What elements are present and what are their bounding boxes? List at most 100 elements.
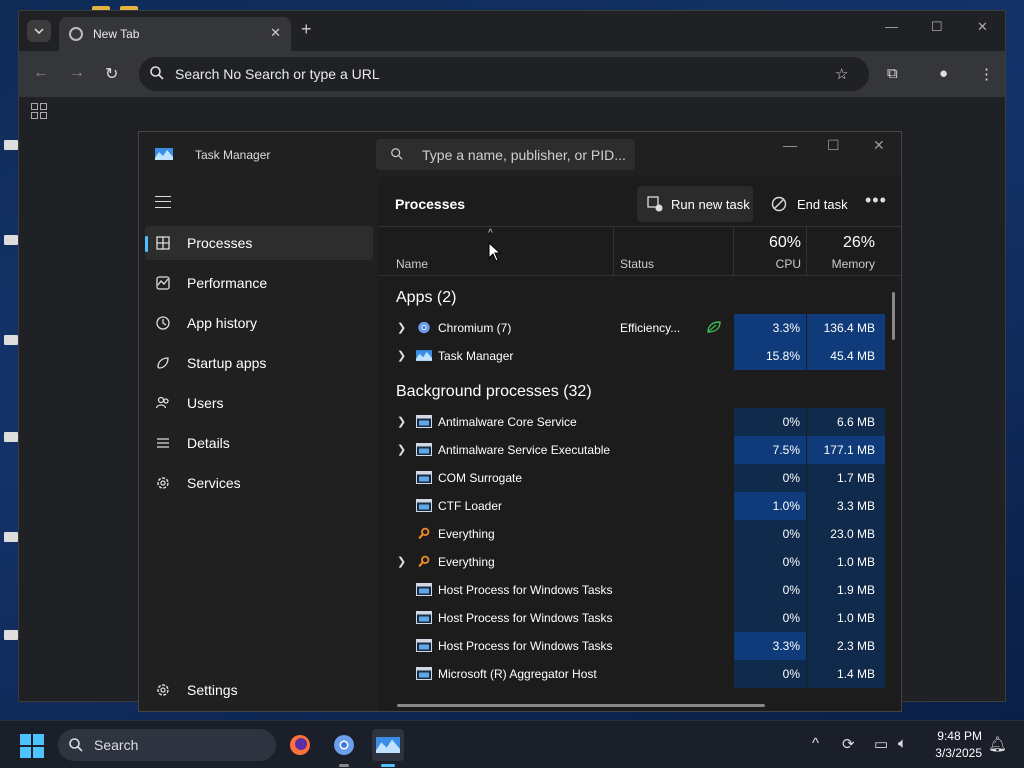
show-hidden-icons-chevron-icon[interactable]: ^ bbox=[812, 735, 819, 752]
column-cpu[interactable]: CPU bbox=[735, 257, 801, 271]
column-divider bbox=[733, 226, 734, 276]
process-cpu: 0% bbox=[734, 408, 806, 436]
notification-bell-icon[interactable]: 🔔︎ bbox=[988, 735, 1007, 753]
process-memory: 1.7 MB bbox=[807, 464, 885, 492]
expand-chevron-icon[interactable]: ❯ bbox=[397, 321, 406, 334]
close-button[interactable]: ✕ bbox=[977, 19, 988, 35]
expand-chevron-icon[interactable]: ❯ bbox=[397, 415, 406, 428]
taskbar-chromium[interactable] bbox=[328, 729, 360, 767]
process-search-input[interactable]: Type a name, publisher, or PID... bbox=[376, 139, 635, 170]
expand-chevron-icon[interactable]: ❯ bbox=[397, 349, 406, 362]
process-name: Host Process for Windows Tasks bbox=[438, 611, 613, 625]
process-row[interactable]: CTF Loader 1.0% 3.3 MB bbox=[379, 492, 885, 520]
process-row[interactable]: Microsoft (R) Aggregator Host 0% 1.4 MB bbox=[379, 660, 885, 688]
tab-search-button[interactable] bbox=[27, 20, 51, 42]
process-row[interactable]: Host Process for Windows Tasks 0% 1.0 MB bbox=[379, 604, 885, 632]
sidebar-item-app-history[interactable]: App history bbox=[145, 306, 373, 340]
forward-button[interactable]: → bbox=[69, 64, 85, 82]
expand-chevron-icon[interactable]: ❯ bbox=[397, 443, 406, 456]
everything-icon bbox=[418, 527, 430, 540]
window-icon bbox=[416, 443, 432, 456]
reload-button[interactable]: ↻ bbox=[105, 64, 118, 84]
desktop-shortcut-icon[interactable] bbox=[4, 335, 18, 345]
column-divider bbox=[806, 226, 807, 276]
process-row[interactable]: ❯ Chromium (7) Efficiency... 3.3% 136.4 MB bbox=[379, 314, 885, 342]
process-row[interactable]: ❯ Antimalware Service Executable 7.5% 177.1… bbox=[379, 436, 885, 464]
process-memory: 1.0 MB bbox=[807, 604, 885, 632]
apps-grid-icon[interactable] bbox=[31, 103, 47, 119]
sidebar-item-label: Users bbox=[187, 395, 224, 411]
address-bar[interactable]: Search No Search or type a URL bbox=[139, 57, 869, 91]
column-memory[interactable]: Memory bbox=[809, 257, 875, 271]
process-memory: 177.1 MB bbox=[807, 436, 885, 464]
column-name[interactable]: Name bbox=[396, 257, 428, 271]
profile-icon[interactable]: ● bbox=[939, 65, 948, 82]
process-row[interactable]: ❯ Antimalware Core Service 0% 6.6 MB bbox=[379, 408, 885, 436]
minimize-button[interactable]: — bbox=[783, 137, 797, 153]
volume-icon[interactable]: 🔈︎ bbox=[898, 735, 907, 752]
process-row[interactable]: Host Process for Windows Tasks 3.3% 2.3 MB bbox=[379, 632, 885, 660]
back-button[interactable]: ← bbox=[33, 64, 49, 82]
desktop-shortcut-icon[interactable] bbox=[4, 235, 18, 245]
chromium-icon bbox=[418, 321, 430, 334]
browser-toolbar: ← → ↻ Search No Search or type a URL ☆ ⧉… bbox=[19, 51, 1005, 97]
process-row[interactable]: ❯ Task Manager 15.8% 45.4 MB bbox=[379, 342, 885, 370]
process-row[interactable]: Everything 0% 23.0 MB bbox=[379, 520, 885, 548]
sidebar-item-startup-apps[interactable]: Startup apps bbox=[145, 346, 373, 380]
system-clock[interactable]: 9:48 PM 3/3/2025 bbox=[926, 728, 982, 762]
network-icon[interactable]: ▭ bbox=[874, 735, 888, 753]
horizontal-scrollbar[interactable] bbox=[397, 704, 765, 707]
process-name: Antimalware Service Executable bbox=[438, 443, 611, 457]
desktop-shortcut-icon[interactable] bbox=[4, 630, 18, 640]
sidebar-item-processes[interactable]: Processes bbox=[145, 226, 373, 260]
process-cpu: 0% bbox=[734, 660, 806, 688]
bookmark-star-icon[interactable]: ☆ bbox=[835, 65, 848, 83]
sidebar-item-details[interactable]: Details bbox=[145, 426, 373, 460]
mouse-cursor-icon bbox=[488, 242, 502, 262]
close-button[interactable]: ✕ bbox=[873, 137, 885, 154]
process-row[interactable]: ❯ Everything 0% 1.0 MB bbox=[379, 548, 885, 576]
vertical-scrollbar[interactable] bbox=[892, 292, 895, 340]
window-icon bbox=[416, 471, 432, 484]
close-tab-icon[interactable]: ✕ bbox=[270, 25, 281, 41]
maximize-button[interactable]: ☐ bbox=[827, 137, 840, 154]
end-task-button[interactable]: End task bbox=[765, 186, 849, 222]
process-cpu: 0% bbox=[734, 520, 806, 548]
expand-chevron-icon[interactable]: ❯ bbox=[397, 555, 406, 568]
processes-icon bbox=[156, 236, 170, 250]
menu-icon[interactable]: ⋮ bbox=[979, 65, 994, 83]
desktop-shortcut-icon[interactable] bbox=[4, 532, 18, 542]
taskbar-task-manager[interactable] bbox=[372, 729, 404, 767]
sidebar-item-settings[interactable]: Settings bbox=[145, 673, 373, 707]
column-divider bbox=[613, 226, 614, 276]
minimize-button[interactable]: — bbox=[885, 19, 898, 34]
process-row[interactable]: Host Process for Windows Tasks 0% 1.9 MB bbox=[379, 576, 885, 604]
sidebar-item-users[interactable]: Users bbox=[145, 386, 373, 420]
new-tab-button[interactable]: + bbox=[301, 19, 312, 40]
hamburger-menu-icon[interactable] bbox=[155, 196, 171, 208]
process-name: Everything bbox=[438, 527, 495, 541]
taskbar-firefox[interactable] bbox=[284, 729, 316, 761]
header-divider bbox=[379, 226, 901, 227]
run-new-task-button[interactable]: Run new task bbox=[637, 186, 753, 222]
taskbar-search[interactable]: Search bbox=[58, 729, 276, 761]
task-manager-window: Task Manager Type a name, publisher, or … bbox=[138, 131, 902, 712]
browser-tab[interactable]: New Tab ✕ bbox=[59, 17, 291, 51]
start-button[interactable] bbox=[20, 734, 44, 758]
desktop-shortcut-icon[interactable] bbox=[4, 140, 18, 150]
window-title: Task Manager bbox=[195, 148, 271, 162]
process-name: Host Process for Windows Tasks bbox=[438, 583, 613, 597]
desktop-shortcut-icon[interactable] bbox=[4, 432, 18, 442]
process-name: COM Surrogate bbox=[438, 471, 523, 485]
sync-icon[interactable]: ⟳ bbox=[842, 735, 855, 753]
more-options-icon[interactable]: ••• bbox=[865, 190, 887, 211]
processes-panel: Processes Run new task End task ••• ^ Na… bbox=[379, 176, 901, 711]
sidebar-item-performance[interactable]: Performance bbox=[145, 266, 373, 300]
sidebar-item-services[interactable]: Services bbox=[145, 466, 373, 500]
process-row[interactable]: COM Surrogate 0% 1.7 MB bbox=[379, 464, 885, 492]
maximize-button[interactable]: ☐ bbox=[931, 19, 943, 35]
task-manager-icon bbox=[416, 350, 432, 361]
column-status[interactable]: Status bbox=[620, 257, 654, 271]
extensions-icon[interactable]: ⧉ bbox=[887, 65, 898, 82]
process-name: CTF Loader bbox=[438, 499, 503, 513]
